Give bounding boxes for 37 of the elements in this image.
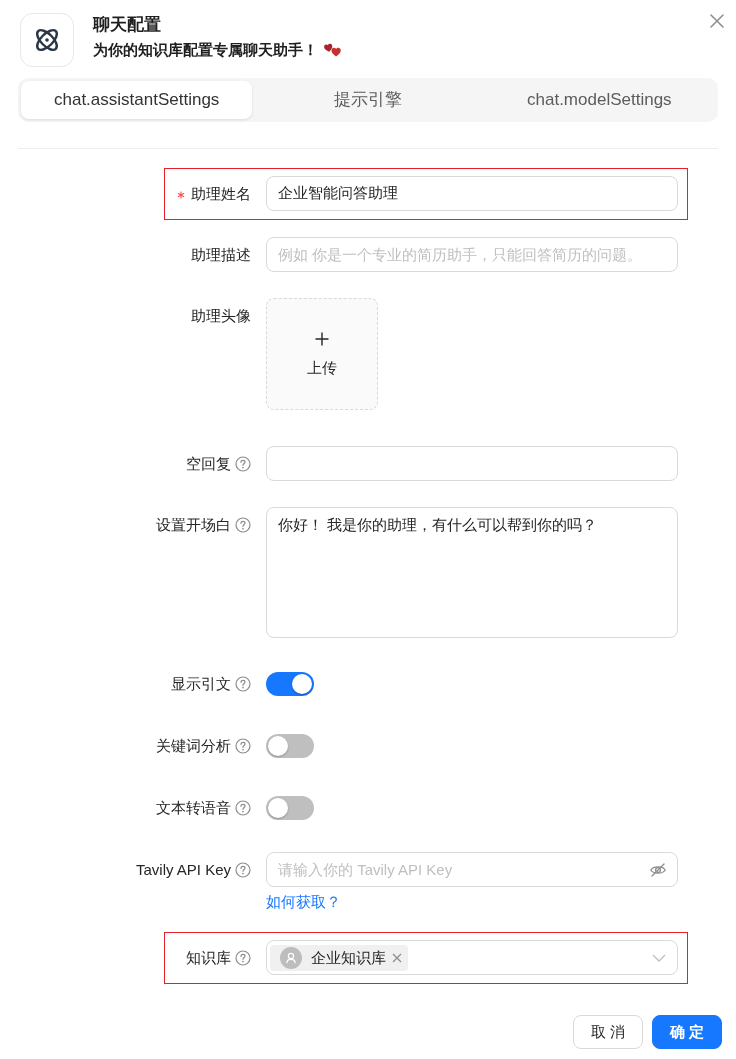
dialog-title: 聊天配置 <box>93 14 162 36</box>
toggle-switch[interactable] <box>266 733 314 758</box>
upload-button[interactable]: 上传 <box>266 298 378 410</box>
api-key-input[interactable]: 请输入你的 Tavily API Key <box>266 852 678 887</box>
avatar-icon <box>280 946 302 969</box>
field-label: 知识库 <box>186 947 231 968</box>
help-link[interactable]: 如何获取？ <box>266 892 341 912</box>
selected-tag[interactable]: 企业知识库 <box>270 944 408 971</box>
cancel-button[interactable]: 取 消 <box>573 1015 643 1049</box>
dialog-subtitle: 为你的知识库配置专属聊天助手！ <box>93 40 318 60</box>
field-label: 助理头像 <box>191 305 251 326</box>
textarea-field[interactable]: 你好！ 我是你的助理，有什么可以帮到你的吗？ <box>266 507 678 638</box>
tag-label: 企业知识库 <box>311 947 386 968</box>
tab[interactable]: chat.modelSettings <box>483 81 715 119</box>
close-button[interactable] <box>709 13 725 29</box>
field-label: 关键词分析 <box>156 735 231 756</box>
tab[interactable]: chat.assistantSettings <box>21 81 253 119</box>
field-label: Tavily API Key <box>135 859 231 880</box>
text-input[interactable] <box>266 446 678 481</box>
hearts-icon <box>324 43 342 57</box>
multi-select[interactable]: 企业知识库 <box>266 940 678 975</box>
field-label: 文本转语音 <box>156 797 231 818</box>
plus-icon <box>314 330 330 347</box>
field-label: 助理姓名 <box>191 183 251 204</box>
toggle-switch[interactable] <box>266 671 314 696</box>
atom-icon <box>20 13 74 67</box>
tab[interactable]: 提示引擎 <box>252 81 484 119</box>
field-label: 空回复 <box>186 453 231 474</box>
text-input[interactable]: 企业智能问答助理 <box>266 176 678 211</box>
close-icon <box>709 13 725 29</box>
field-label: 助理描述 <box>191 244 251 265</box>
field-label: 显示引文 <box>171 673 231 694</box>
remove-icon <box>392 952 402 963</box>
toggle-switch[interactable] <box>266 795 314 820</box>
confirm-button[interactable]: 确 定 <box>652 1015 722 1049</box>
field-label: 设置开场白 <box>156 514 231 535</box>
chevron-down-icon <box>652 953 666 962</box>
